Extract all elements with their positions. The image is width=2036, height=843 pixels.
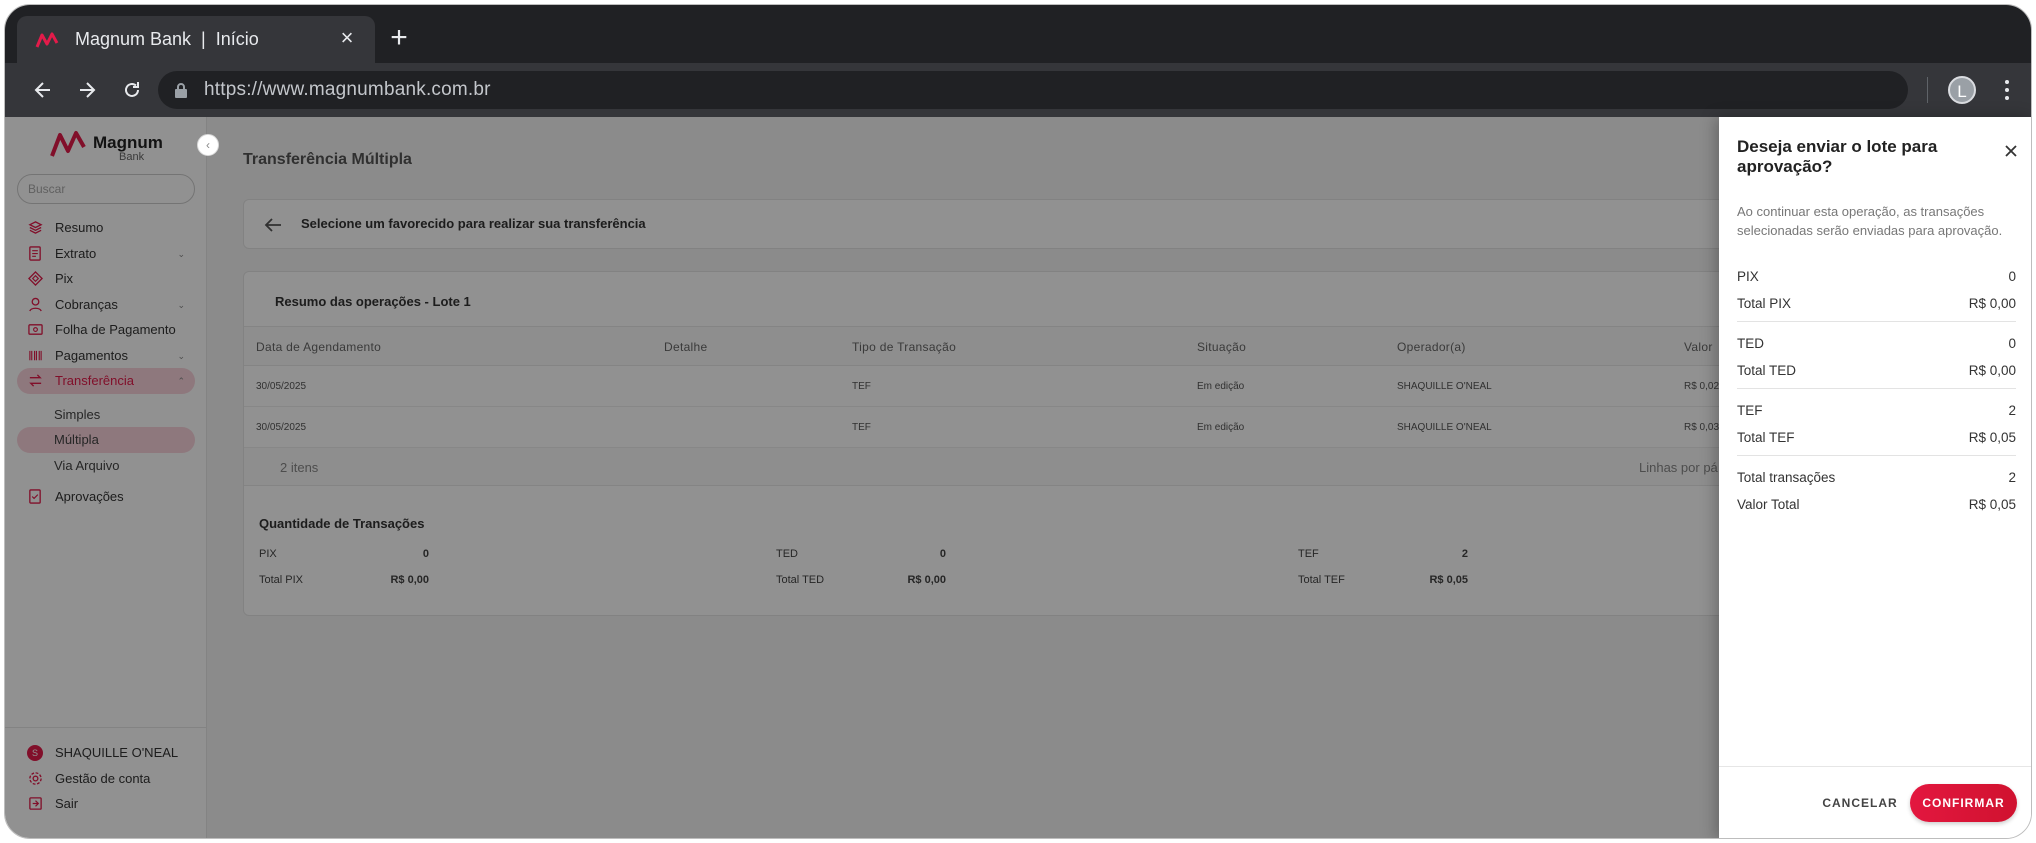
- ted-count: 0: [2008, 336, 2016, 351]
- modal-backdrop[interactable]: [5, 117, 1719, 838]
- browser-window: Magnum Bank | Início × + https://www.mag…: [4, 4, 2032, 839]
- pix-count: 0: [2008, 269, 2016, 284]
- summary-divider: [1737, 455, 2016, 456]
- drawer-description: Ao continuar esta operação, as transaçõe…: [1737, 204, 2003, 238]
- close-icon[interactable]: [2003, 143, 2019, 159]
- total-pix-value: R$ 0,00: [1968, 296, 2016, 311]
- drawer-footer: CANCELAR CONFIRMAR: [1719, 766, 2031, 838]
- total-ted-value: R$ 0,00: [1968, 363, 2016, 378]
- cancel-button[interactable]: CANCELAR: [1819, 785, 1901, 821]
- url-text: https://www.magnumbank.com.br: [204, 79, 491, 100]
- ted-label: TED: [1737, 336, 1764, 351]
- app-area: Magnum Bank ‹ Buscar Resumo Extrato ⌄ Pi…: [5, 117, 2031, 838]
- drawer-summary: PIX 0 Total PIX R$ 0,00 TED 0 Total TED R$ 0…: [1737, 264, 2016, 519]
- screen: Magnum Bank | Início × + https://www.mag…: [0, 0, 2036, 843]
- magnum-logo-icon: [35, 32, 59, 48]
- tef-label: TEF: [1737, 403, 1763, 418]
- forward-icon[interactable]: [73, 76, 101, 104]
- collapse-sidebar-button[interactable]: ‹: [197, 134, 219, 156]
- pix-label: PIX: [1737, 269, 1759, 284]
- summary-divider: [1737, 321, 2016, 322]
- lock-icon: [175, 83, 187, 98]
- drawer-title: Deseja enviar o lote para aprovação?: [1737, 137, 1938, 176]
- browser-toolbar: https://www.magnumbank.com.br L: [5, 63, 2031, 117]
- reload-icon[interactable]: [118, 76, 146, 104]
- summary-row: Valor Total R$ 0,05: [1737, 492, 2016, 519]
- total-transactions-value: 2: [2008, 470, 2016, 485]
- total-value: R$ 0,05: [1968, 497, 2016, 512]
- confirm-button[interactable]: CONFIRMAR: [1910, 784, 2017, 822]
- browser-menu-icon[interactable]: [2003, 76, 2011, 104]
- approval-drawer: Deseja enviar o lote para aprovação? Ao …: [1719, 117, 2031, 838]
- summary-row: TED 0: [1737, 331, 2016, 358]
- summary-row: PIX 0: [1737, 264, 2016, 291]
- summary-divider: [1737, 388, 2016, 389]
- total-tef-label: Total TEF: [1737, 430, 1795, 445]
- back-icon[interactable]: [29, 76, 57, 104]
- tab-title: Magnum Bank | Início: [75, 29, 259, 49]
- close-tab-icon[interactable]: ×: [337, 27, 357, 49]
- summary-row: TEF 2: [1737, 398, 2016, 425]
- browser-tab[interactable]: Magnum Bank | Início ×: [17, 16, 375, 63]
- toolbar-divider: [1927, 77, 1928, 103]
- total-pix-label: Total PIX: [1737, 296, 1792, 311]
- summary-row: Total PIX R$ 0,00: [1737, 291, 2016, 318]
- address-bar[interactable]: https://www.magnumbank.com.br: [158, 71, 1908, 109]
- total-tef-value: R$ 0,05: [1968, 430, 2016, 445]
- total-transactions-label: Total transações: [1737, 470, 1836, 485]
- total-ted-label: Total TED: [1737, 363, 1797, 378]
- summary-row: Total TED R$ 0,00: [1737, 358, 2016, 385]
- profile-avatar[interactable]: L: [1948, 76, 1976, 104]
- summary-row: Total transações 2: [1737, 465, 2016, 492]
- tef-count: 2: [2008, 403, 2016, 418]
- summary-row: Total TEF R$ 0,05: [1737, 425, 2016, 452]
- tab-strip: Magnum Bank | Início × +: [5, 5, 2031, 63]
- new-tab-icon[interactable]: +: [387, 23, 411, 53]
- total-value-label: Valor Total: [1737, 497, 1800, 512]
